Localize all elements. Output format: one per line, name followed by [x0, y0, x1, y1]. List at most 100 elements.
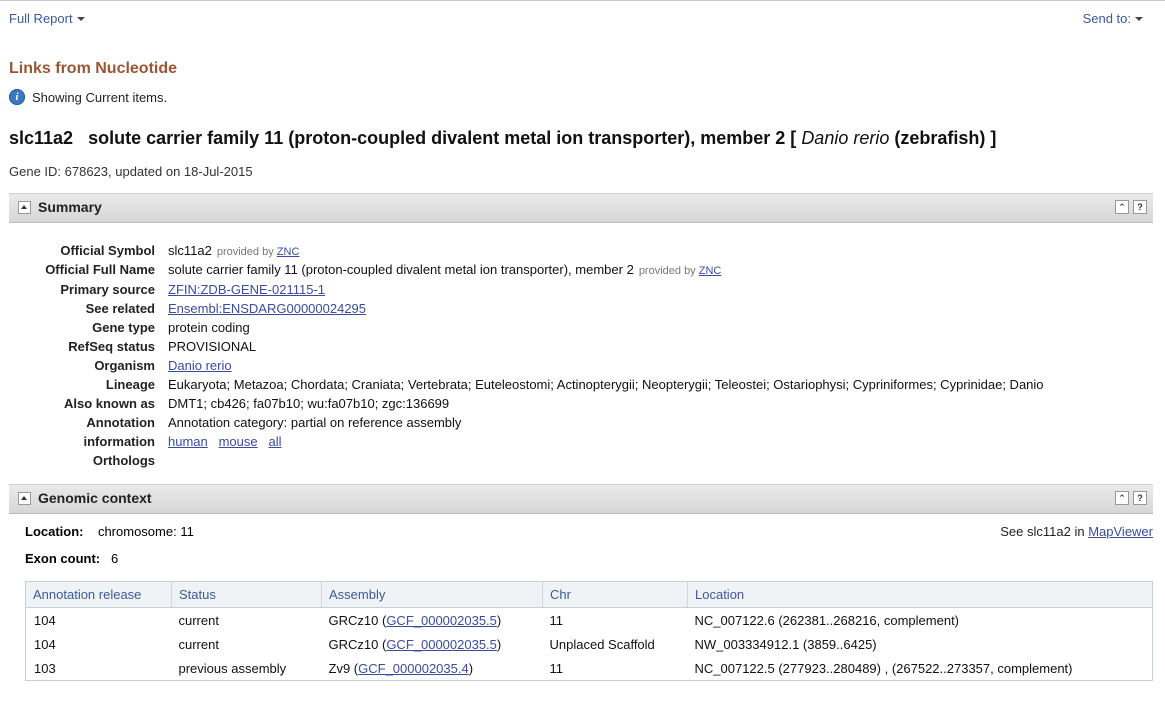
- label: Official Symbol: [60, 243, 155, 258]
- cell-release: 104: [34, 612, 56, 628]
- mapviewer-link[interactable]: MapViewer: [1088, 524, 1153, 539]
- value: protein coding: [168, 320, 250, 335]
- cell-status: previous assembly: [178, 660, 287, 676]
- cell-location: NC_007122.5 (277923..280489) , (267522..…: [694, 660, 1073, 676]
- gene-id-line: Gene ID: 678623, updated on 18-Jul-2015: [9, 164, 253, 179]
- label: Also known as: [63, 396, 155, 411]
- value: Ensembl:ENSDARG00000024295: [168, 301, 366, 316]
- cell-status: current: [178, 612, 219, 628]
- cell-location: NC_007122.6 (262381..268216, complement): [694, 612, 960, 628]
- primary-source-link[interactable]: ZFIN:ZDB-GENE-021115-1: [168, 282, 325, 297]
- exon-count-label: Exon count:: [25, 551, 101, 566]
- location-value: chromosome: 11: [97, 524, 194, 539]
- location-label: Location:: [25, 524, 84, 539]
- gene-symbol: slc11a2: [9, 128, 74, 148]
- value: solute carrier family 11 (proton-coupled…: [168, 262, 721, 277]
- species-name: Danio rerio: [801, 128, 890, 148]
- cell-status: current: [178, 636, 219, 652]
- label: RefSeq status: [68, 339, 155, 354]
- full-report-dropdown[interactable]: Full Report: [9, 11, 85, 26]
- col-chr: Chr: [542, 581, 688, 608]
- value: slc11a2 provided by ZNC: [168, 243, 299, 258]
- value: Annotation category: partial on referenc…: [168, 415, 462, 430]
- table-header-row: Annotation release Status Assembly Chr L…: [25, 581, 1153, 608]
- value: human mouse all: [168, 434, 281, 449]
- help-icon[interactable]: ?: [1133, 200, 1147, 214]
- gene-title: slc11a2 solute carrier family 11 (proton…: [9, 128, 996, 149]
- all-link[interactable]: all: [268, 434, 281, 449]
- provided-by: provided by ZNC: [639, 265, 722, 277]
- col-assembly: Assembly: [321, 581, 543, 608]
- col-location: Location: [687, 581, 1153, 608]
- chevron-down-icon: [76, 17, 85, 21]
- label: Lineage: [105, 377, 155, 392]
- official-symbol-value: slc11a2: [168, 243, 212, 258]
- summary-section-header[interactable]: Summary ⌃ ?: [9, 193, 1153, 223]
- label: Official Full Name: [45, 262, 155, 277]
- col-annotation-release: Annotation release: [25, 581, 172, 608]
- summary-title: Summary: [38, 199, 102, 215]
- value: DMT1; cb426; fa07b10; wu:fa07b10; zgc:13…: [168, 396, 450, 411]
- label: information: [83, 434, 156, 449]
- table-row: 104 current GRCz10 (GCF_000002035.5) Unp…: [26, 632, 1153, 656]
- cell-chr: 11: [549, 612, 564, 628]
- organism-link[interactable]: Danio rerio: [168, 358, 232, 373]
- provided-by-text: provided by: [216, 246, 274, 258]
- species-common: (zebrafish): [894, 128, 986, 148]
- col-status: Status: [171, 581, 322, 608]
- collapse-toggle-icon[interactable]: [18, 492, 31, 505]
- full-name-value: solute carrier family 11 (proton-coupled…: [168, 262, 634, 277]
- assembly-accession-link[interactable]: GCF_000002035.4: [358, 661, 469, 676]
- gene-name: solute carrier family 11 (proton-coupled…: [88, 128, 786, 148]
- value: Danio rerio: [168, 358, 232, 373]
- label: Annotation: [86, 415, 155, 430]
- provided-by-text: provided by: [638, 265, 696, 277]
- cell-release: 104: [34, 636, 56, 652]
- help-icon[interactable]: ?: [1133, 491, 1147, 505]
- showing-notice: i Showing Current items.: [9, 89, 167, 105]
- value: Eukaryota; Metazoa; Chordata; Craniata; …: [168, 377, 1044, 392]
- top-toolbar: Full Report Send to:: [9, 11, 1153, 29]
- top-border: [0, 0, 1165, 1]
- table-row: 103 previous assembly Zv9 (GCF_000002035…: [26, 656, 1153, 681]
- close-bracket: ]: [990, 128, 997, 148]
- assembly-name: GRCz10: [328, 612, 379, 628]
- cell-chr: 11: [549, 660, 564, 676]
- full-report-label: Full Report: [9, 11, 73, 26]
- chevron-down-icon: [1135, 17, 1143, 21]
- provider-link[interactable]: ZNC: [277, 246, 300, 258]
- mouse-link[interactable]: mouse: [219, 434, 258, 449]
- exon-count-line: Exon count: 6: [25, 551, 118, 566]
- assembly-accession-link[interactable]: GCF_000002035.5: [386, 613, 497, 628]
- see-map-prefix: See slc11a2 in: [1000, 524, 1085, 539]
- see-in-mapviewer: See slc11a2 in MapViewer: [1000, 524, 1153, 539]
- assembly-accession-link[interactable]: GCF_000002035.5: [386, 637, 497, 652]
- assembly-name: GRCz10: [328, 636, 379, 652]
- human-link[interactable]: human: [168, 434, 208, 449]
- location-line: Location: chromosome: 11: [25, 524, 194, 539]
- ensembl-link[interactable]: Ensembl:ENSDARG00000024295: [168, 301, 366, 316]
- label: Orthologs: [92, 453, 155, 468]
- cell-assembly: GRCz10 (GCF_000002035.5): [328, 612, 502, 628]
- exon-count-value: 6: [110, 551, 119, 566]
- send-to-label: Send to:: [1082, 11, 1131, 26]
- open-bracket: [: [790, 128, 797, 148]
- cell-location: NW_003334912.1 (3859..6425): [694, 636, 877, 652]
- assembly-name: Zv9: [328, 660, 351, 676]
- cell-assembly: GRCz10 (GCF_000002035.5): [328, 636, 502, 652]
- value: ZFIN:ZDB-GENE-021115-1: [168, 282, 325, 297]
- label: Primary source: [60, 282, 155, 297]
- collapse-all-icon[interactable]: ⌃: [1115, 200, 1129, 214]
- collapse-all-icon[interactable]: ⌃: [1115, 491, 1129, 505]
- cell-chr: Unplaced Scaffold: [549, 636, 655, 652]
- genomic-context-section-header[interactable]: Genomic context ⌃ ?: [9, 484, 1153, 514]
- table-row: 104 current GRCz10 (GCF_000002035.5) 11 …: [26, 608, 1153, 633]
- genomic-context-title: Genomic context: [38, 490, 152, 506]
- collapse-toggle-icon[interactable]: [18, 201, 31, 214]
- links-heading: Links from Nucleotide: [9, 60, 178, 77]
- send-to-dropdown[interactable]: Send to:: [1083, 11, 1143, 26]
- provided-by: provided by ZNC: [217, 246, 300, 258]
- label: Organism: [94, 358, 155, 373]
- info-icon: i: [9, 89, 25, 105]
- provider-link[interactable]: ZNC: [699, 265, 722, 277]
